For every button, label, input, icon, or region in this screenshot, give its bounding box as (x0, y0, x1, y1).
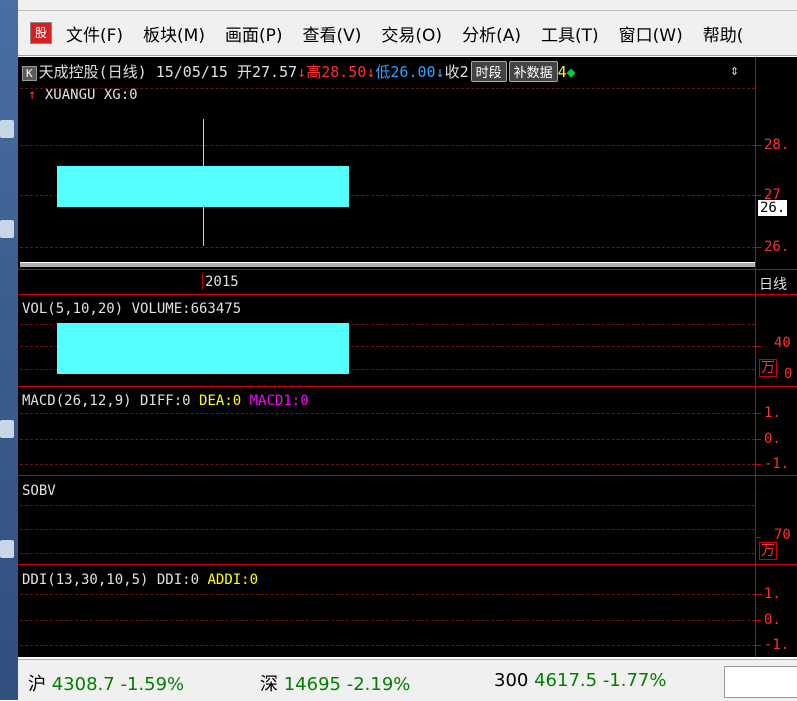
macd-macd1: MACD1:0 (249, 393, 309, 409)
menu-sector[interactable]: 板块(M) (143, 21, 205, 46)
menu-tools[interactable]: 工具(T) (541, 21, 599, 46)
addi-value: ADDI:0 (207, 572, 259, 588)
macd-name: MACD(26,12,9) (22, 393, 132, 409)
arrow-down-icon: ↓ (297, 63, 307, 81)
menu-analysis[interactable]: 分析(A) (462, 21, 521, 46)
open-price: 开27.57 (237, 63, 298, 81)
diamond-icon[interactable]: ◆ (567, 63, 576, 81)
menu-window[interactable]: 窗口(W) (619, 21, 683, 46)
menu-trade[interactable]: 交易(O) (381, 21, 442, 46)
desktop-icon[interactable] (0, 420, 14, 438)
hs300-name: 300 (494, 670, 529, 691)
price-tick: 28. (764, 137, 790, 153)
arrow-up-icon: ↑ (28, 87, 37, 103)
hs300-change: -1.77% (602, 670, 667, 691)
desktop-icon[interactable] (0, 120, 14, 138)
sh-index[interactable]: 沪 4308.7 -1.59% (28, 670, 184, 696)
macd-diff: DIFF:0 (140, 393, 191, 409)
kline-chart[interactable]: K 天成控股(日线) 15/05/15 开27.57↓高28.50↓低26.00↓… (18, 57, 797, 657)
menu-file[interactable]: 文件(F) (66, 21, 123, 46)
desktop-icon[interactable] (0, 220, 14, 238)
indicator-line: ↑ XUANGU XG:0 (28, 87, 138, 103)
vol-unit: 万 (759, 359, 777, 377)
low-price: 低26.00 (375, 63, 436, 81)
price-axis-line (755, 57, 756, 657)
vol-label: VOL(5,10,20) VOLUME:663475 (22, 301, 242, 317)
chart-title-row: K 天成控股(日线) 15/05/15 开27.57↓高28.50↓低26.00↓… (22, 61, 576, 83)
sobv-unit: 万 (759, 542, 777, 560)
chart-scrollbar[interactable] (20, 262, 755, 267)
ddi-name: DDI(13,30,10,5) (22, 572, 149, 588)
sz-change: -2.19% (346, 674, 411, 695)
menu-help[interactable]: 帮助( (703, 21, 744, 46)
menu-bar: 股 文件(F) 板块(M) 画面(P) 查看(V) 交易(O) 分析(A) 工具… (18, 11, 797, 56)
vol-unit-tail: 0 (784, 366, 793, 382)
arrow-flag-icon[interactable]: ⇕ (730, 61, 739, 79)
arrow-down-icon: ↓ (435, 63, 445, 81)
price-tick: 26. (764, 239, 790, 255)
bar-date: 15/05/15 (155, 63, 228, 81)
sh-change: -1.59% (120, 674, 185, 695)
k-type-button[interactable]: K (22, 66, 37, 81)
app-logo-icon[interactable]: 股 (30, 22, 52, 44)
candle-body[interactable] (57, 166, 349, 207)
toolbar-strip (18, 0, 797, 11)
ddi-tick: 0. (764, 612, 781, 628)
hs300-index[interactable]: 300 4617.5 -1.77% (494, 670, 667, 691)
ddi-value: DDI:0 (156, 572, 200, 588)
status-box[interactable] (724, 666, 797, 698)
macd-tick: 0. (764, 431, 781, 447)
market-status-bar: 沪 4308.7 -1.59% 深 14695 -2.19% 300 4617.… (18, 659, 797, 701)
sobv-tick: 70 (774, 527, 791, 543)
macd-label: MACD(26,12,9) DIFF:0 DEA:0 MACD1:0 (22, 393, 309, 409)
ddi-label: DDI(13,30,10,5) DDI:0 ADDI:0 (22, 572, 258, 588)
xuangu-indicator: XUANGU XG:0 (44, 87, 138, 103)
supplement-data-button[interactable]: 补数据 (508, 61, 558, 82)
volume-bar[interactable] (57, 323, 349, 374)
desktop-icon[interactable] (0, 540, 14, 558)
title-tail: 4 (557, 63, 567, 81)
date-axis-right: 日线 (759, 277, 787, 293)
menu-view[interactable]: 查看(V) (303, 21, 362, 46)
sz-name: 深 (260, 674, 278, 695)
sz-value: 14695 (283, 674, 341, 695)
date-axis-label: 2015 (202, 274, 239, 290)
high-price: 高28.50 (306, 63, 367, 81)
macd-tick: -1. (764, 456, 790, 472)
ddi-tick: 1. (764, 586, 781, 602)
sh-name: 沪 (28, 674, 46, 695)
ddi-tick: -1. (764, 637, 790, 653)
macd-dea: DEA:0 (199, 393, 242, 409)
sobv-label: SOBV (22, 483, 56, 499)
hs300-value: 4617.5 (534, 670, 598, 691)
vol-tick: 40 (774, 335, 791, 351)
period-button[interactable]: 时段 (470, 61, 507, 82)
stock-name: 天成控股(日线) (38, 63, 147, 81)
current-price-flag: 26. (758, 200, 788, 216)
sh-value: 4308.7 (51, 674, 115, 695)
desktop-edge (0, 0, 18, 700)
menu-screen[interactable]: 画面(P) (225, 21, 283, 46)
macd-tick: 1. (764, 405, 781, 421)
close-price: 收2 (444, 63, 469, 81)
sz-index[interactable]: 深 14695 -2.19% (260, 670, 410, 696)
